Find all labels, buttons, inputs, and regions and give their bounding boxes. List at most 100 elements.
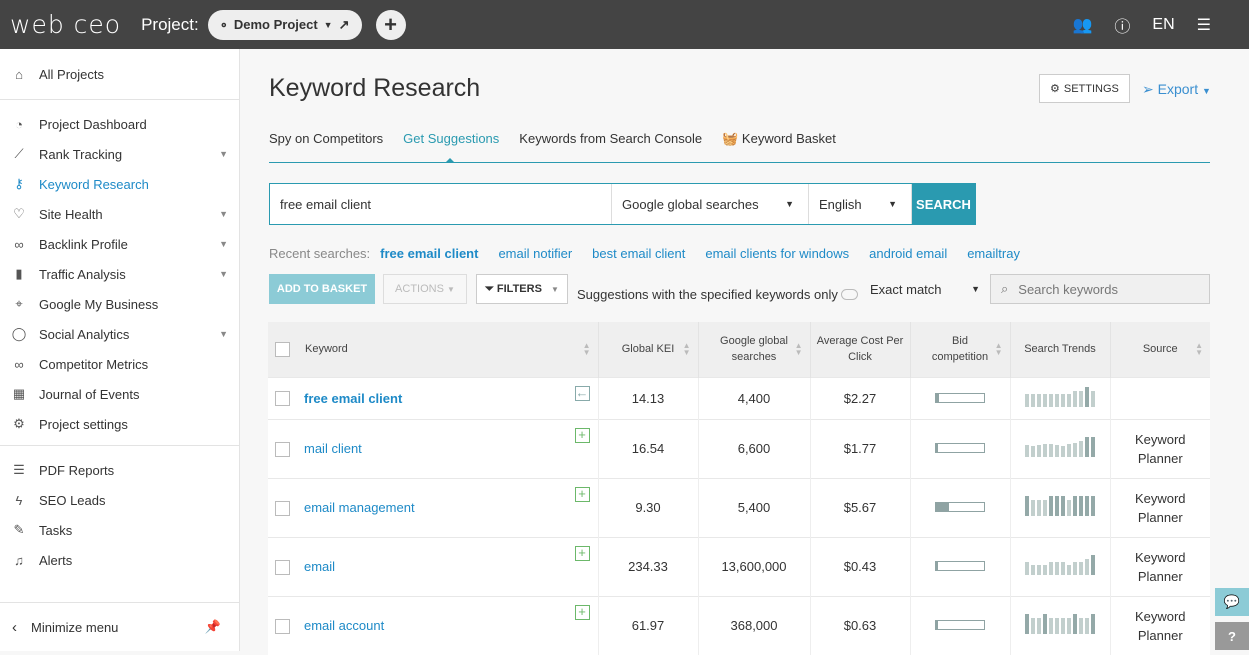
match-type-select[interactable]: Exact match ▼ bbox=[870, 282, 980, 297]
col-label: Bid competition bbox=[931, 335, 989, 364]
pin-icon[interactable]: 📌 bbox=[205, 619, 221, 635]
sidebar-item-seo-leads[interactable]: ϟ SEO Leads bbox=[0, 485, 239, 515]
language-select[interactable]: English ▼ bbox=[809, 184, 912, 224]
settings-button[interactable]: ⚙ SETTINGS bbox=[1039, 74, 1130, 103]
tab-keywords-from-search-console[interactable]: Keywords from Search Console bbox=[519, 129, 702, 162]
keyword-link[interactable]: free email client bbox=[304, 391, 402, 406]
sort-icon[interactable]: ▲ ▼ bbox=[995, 342, 1003, 357]
keyword-link[interactable]: email account bbox=[304, 618, 384, 633]
suggestions-toggle-label: Suggestions with the specified keywords … bbox=[577, 287, 838, 302]
caret-down-icon[interactable]: ▼ bbox=[219, 269, 228, 279]
tab-spy-on-competitors[interactable]: Spy on Competitors bbox=[269, 129, 383, 162]
recent-search-link[interactable]: emailtray bbox=[967, 246, 1020, 261]
recent-search-link[interactable]: best email client bbox=[592, 246, 685, 261]
add-to-basket-icon[interactable]: + bbox=[574, 486, 590, 502]
tab-keyword-basket[interactable]: 🧺 Keyword Basket bbox=[722, 129, 836, 162]
project-selector[interactable]: ∘ Demo Project ▼ ↗ bbox=[207, 9, 362, 40]
sidebar-item-tasks[interactable]: ✎ Tasks bbox=[0, 515, 239, 545]
caret-down-icon[interactable]: ▼ bbox=[219, 149, 228, 159]
kei-cell: 9.30 bbox=[598, 477, 699, 537]
language-value: English bbox=[819, 196, 862, 212]
sidebar-item-keyword-research[interactable]: ⚷ Keyword Research bbox=[0, 169, 239, 199]
menu-icon[interactable]: ☰ bbox=[1197, 15, 1211, 35]
recent-search-link[interactable]: email notifier bbox=[498, 246, 572, 261]
chat-icon: 💬 bbox=[1223, 594, 1241, 609]
external-link-icon[interactable]: ↗ bbox=[339, 17, 350, 33]
suggestions-toggle[interactable] bbox=[840, 289, 858, 300]
search-button[interactable]: SEARCH bbox=[912, 184, 975, 224]
col-average-cpc[interactable]: Average Cost Per Click bbox=[810, 322, 911, 377]
keyword-link[interactable]: email bbox=[304, 559, 335, 574]
sidebar-item-competitor-metrics[interactable]: ∞ Competitor Metrics bbox=[0, 349, 239, 379]
select-all-checkbox[interactable] bbox=[274, 341, 290, 357]
users-icon[interactable]: 👥 bbox=[1072, 15, 1092, 35]
kei-cell: 16.54 bbox=[598, 418, 699, 478]
trend-bar bbox=[1073, 443, 1077, 457]
add-to-basket-button[interactable]: ADD TO BASKET bbox=[269, 274, 375, 304]
bell-icon: ♫ bbox=[14, 552, 24, 568]
sidebar-item-site-health[interactable]: ♡ Site Health ▼ bbox=[0, 199, 239, 229]
sidebar-item-project-dashboard[interactable]: ◔ Project Dashboard bbox=[0, 109, 239, 139]
row-checkbox[interactable] bbox=[274, 559, 290, 575]
sort-icon[interactable]: ▲ ▼ bbox=[1195, 342, 1203, 357]
keyword-input[interactable]: free email client bbox=[270, 184, 612, 224]
sidebar-item-project-settings[interactable]: ⚙ Project settings bbox=[0, 409, 239, 439]
col-source[interactable]: Source ▲ ▼ bbox=[1110, 322, 1210, 377]
sidebar-item-traffic-analysis[interactable]: ▮ Traffic Analysis ▼ bbox=[0, 259, 239, 289]
chat-button[interactable]: 💬 bbox=[1215, 588, 1249, 616]
settings-label: SETTINGS bbox=[1063, 82, 1119, 95]
sidebar-item-journal-of-events[interactable]: ▦ Journal of Events bbox=[0, 379, 239, 409]
minimize-menu[interactable]: ‹ Minimize menu 📌 bbox=[0, 602, 239, 651]
row-checkbox[interactable] bbox=[274, 441, 290, 457]
sidebar-item-social-analytics[interactable]: ◯ Social Analytics ▼ bbox=[0, 319, 239, 349]
filters-button[interactable]: ⏷ FILTERS ▼ bbox=[476, 274, 568, 304]
recent-search-link[interactable]: email clients for windows bbox=[705, 246, 849, 261]
export-button[interactable]: ➢ Export ▼ bbox=[1142, 81, 1211, 98]
sort-icon[interactable]: ▲ ▼ bbox=[683, 342, 691, 357]
actions-button[interactable]: ACTIONS ▼ bbox=[383, 274, 467, 304]
tab-get-suggestions[interactable]: Get Suggestions bbox=[403, 129, 499, 163]
trend-cell bbox=[1010, 595, 1111, 655]
trend-bar bbox=[1067, 500, 1071, 516]
trend-bar bbox=[1061, 562, 1065, 575]
add-to-basket-icon[interactable]: + bbox=[574, 604, 590, 620]
searches-cell: 13,600,000 bbox=[698, 536, 811, 596]
keyword-link[interactable]: mail client bbox=[304, 441, 362, 456]
help-button[interactable]: ? bbox=[1215, 622, 1249, 650]
add-to-basket-icon[interactable]: + bbox=[574, 545, 590, 561]
source-select[interactable]: Google global searches ▼ bbox=[612, 184, 809, 224]
sidebar-item-label: Social Analytics bbox=[39, 326, 130, 342]
sidebar-item-label: Tasks bbox=[39, 522, 73, 538]
sort-icon[interactable]: ▲ ▼ bbox=[795, 342, 803, 357]
sidebar-item-google-my-business[interactable]: ⌖ Google My Business bbox=[0, 289, 239, 319]
language-button[interactable]: EN bbox=[1152, 16, 1174, 34]
col-global-kei[interactable]: Global KEI ▲ ▼ bbox=[598, 322, 699, 377]
caret-down-icon[interactable]: ▼ bbox=[219, 209, 228, 219]
col-bid-competition[interactable]: Bid competition ▲ ▼ bbox=[910, 322, 1011, 377]
sidebar-item-backlink-profile[interactable]: ∞ Backlink Profile ▼ bbox=[0, 229, 239, 259]
row-checkbox[interactable] bbox=[274, 500, 290, 516]
lightning-icon: ϟ bbox=[15, 492, 23, 508]
sidebar-item-pdf-reports[interactable]: ☰ PDF Reports bbox=[0, 455, 239, 485]
caret-down-icon[interactable]: ▼ bbox=[219, 239, 228, 249]
recent-search-link[interactable]: free email client bbox=[380, 246, 478, 261]
trend-bar bbox=[1025, 496, 1029, 516]
sidebar-item-all-projects[interactable]: ⌂ All Projects bbox=[0, 49, 239, 99]
sort-icon[interactable]: ▲ ▼ bbox=[583, 342, 591, 357]
tab-bar: Spy on Competitors Get Suggestions Keywo… bbox=[269, 129, 1210, 163]
logo[interactable]: web ceo bbox=[10, 10, 121, 39]
sidebar-item-alerts[interactable]: ♫ Alerts bbox=[0, 545, 239, 575]
search-keywords-input[interactable]: ⌕ Search keywords bbox=[990, 274, 1210, 304]
add-project-button[interactable]: + bbox=[375, 9, 406, 40]
add-to-basket-icon[interactable]: + bbox=[574, 427, 590, 443]
col-google-global-searches[interactable]: Google global searches ▲ ▼ bbox=[698, 322, 811, 377]
caret-down-icon[interactable]: ▼ bbox=[219, 329, 228, 339]
back-arrow-icon[interactable]: ← bbox=[574, 385, 590, 401]
keyword-link[interactable]: email management bbox=[304, 500, 415, 515]
row-checkbox[interactable] bbox=[274, 391, 290, 407]
sidebar-item-rank-tracking[interactable]: ⟋ Rank Tracking ▼ bbox=[0, 139, 239, 169]
col-keyword[interactable]: Keyword ▲ ▼ bbox=[296, 322, 599, 377]
row-checkbox[interactable] bbox=[274, 618, 290, 634]
recent-search-link[interactable]: android email bbox=[869, 246, 947, 261]
help-icon[interactable]: ⓘ bbox=[1114, 13, 1130, 37]
